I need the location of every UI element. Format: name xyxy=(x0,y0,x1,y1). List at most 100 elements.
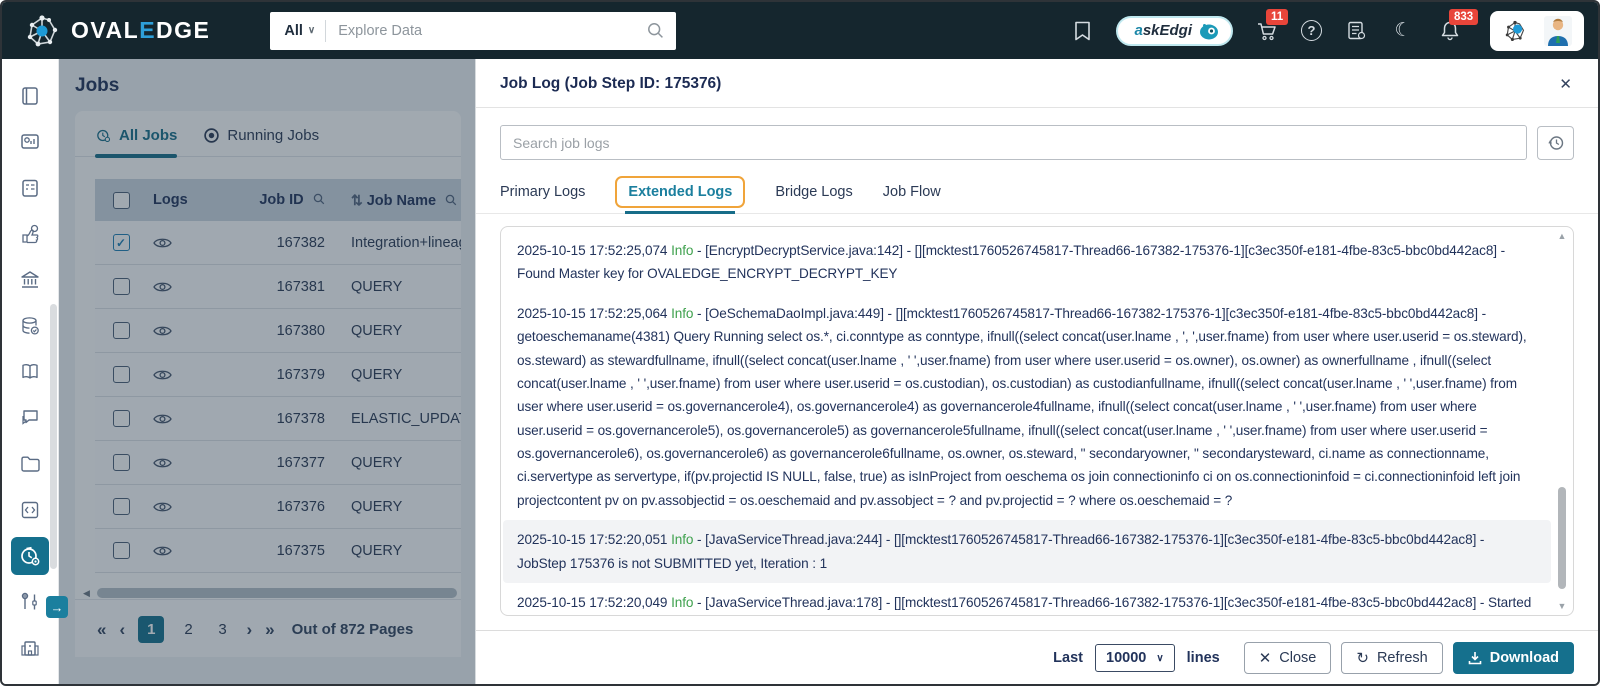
jobs-page: Jobs All Jobs Running Jobs Logs Job ID ⇅ J… xyxy=(59,59,475,684)
notifications-bell-icon[interactable]: 833 xyxy=(1437,8,1479,44)
job-name-cell: QUERY xyxy=(351,278,403,295)
row-checkbox[interactable] xyxy=(112,410,130,427)
tab-job-flow[interactable]: Job Flow xyxy=(883,170,941,213)
dark-mode-icon[interactable]: ☾ xyxy=(1390,18,1416,44)
search-scope-dropdown[interactable]: All ∨ xyxy=(270,23,325,39)
last-page-button[interactable]: » xyxy=(265,620,275,640)
sidebar-item-data-quality[interactable] xyxy=(11,215,49,253)
job-name-cell: ELASTIC_UPDATE_ xyxy=(351,410,461,427)
tab-label: All Jobs xyxy=(119,127,178,144)
view-log-eye-icon[interactable] xyxy=(147,280,209,294)
view-log-eye-icon[interactable] xyxy=(147,500,209,514)
table-row[interactable]: 167375 QUERY xyxy=(95,529,461,573)
horizontal-scrollbar[interactable]: ◀ xyxy=(83,587,461,599)
refresh-button[interactable]: ↻ Refresh xyxy=(1341,642,1443,674)
close-button[interactable]: ✕ Close xyxy=(1243,642,1332,674)
table-row[interactable]: 167376 QUERY xyxy=(95,485,461,529)
table-row[interactable]: 167380 QUERY xyxy=(95,309,461,353)
row-checkbox[interactable] xyxy=(112,454,130,471)
search-history-button[interactable] xyxy=(1537,125,1574,160)
table-row[interactable]: 167381 QUERY xyxy=(95,265,461,309)
table-row[interactable]: 167379 QUERY xyxy=(95,353,461,397)
page-number-3[interactable]: 3 xyxy=(212,621,232,638)
sidebar-item-collaboration[interactable] xyxy=(11,399,49,437)
view-log-eye-icon[interactable] xyxy=(147,456,209,470)
view-log-eye-icon[interactable] xyxy=(147,412,209,426)
view-log-eye-icon[interactable] xyxy=(147,324,209,338)
sidebar-scrollbar[interactable] xyxy=(50,304,57,569)
tab-running-jobs[interactable]: Running Jobs xyxy=(203,127,319,156)
sidebar-item-query-sheet[interactable] xyxy=(11,491,49,529)
prev-page-button[interactable]: ‹ xyxy=(119,620,125,640)
row-checkbox[interactable] xyxy=(112,366,130,383)
tab-label: Primary Logs xyxy=(500,184,586,200)
table-row[interactable]: 167377 QUERY xyxy=(95,441,461,485)
refresh-icon: ↻ xyxy=(1356,649,1369,667)
next-page-button[interactable]: › xyxy=(246,620,252,640)
history-clock-icon xyxy=(1547,135,1563,150)
search-job-logs-input[interactable] xyxy=(500,125,1527,160)
cart-icon[interactable]: 11 xyxy=(1254,8,1289,44)
scroll-left-arrow-icon[interactable]: ◀ xyxy=(83,588,90,599)
help-icon[interactable]: ? xyxy=(1301,20,1322,41)
release-notes-icon[interactable] xyxy=(1343,18,1369,44)
ovaledge-logo[interactable]: OVALEDGE xyxy=(22,11,210,51)
sidebar-item-files[interactable] xyxy=(11,445,49,483)
sidebar-item-data-catalog[interactable] xyxy=(11,307,49,345)
search-icon[interactable] xyxy=(442,194,457,208)
sidebar-item-tools[interactable] xyxy=(11,583,49,621)
tab-all-jobs[interactable]: All Jobs xyxy=(95,127,178,158)
log-tabs: Primary Logs Extended Logs Bridge Logs Job … xyxy=(476,166,1598,214)
logs-column-header: Logs xyxy=(153,192,188,208)
page-number-2[interactable]: 2 xyxy=(178,621,198,638)
scroll-down-arrow-icon[interactable]: ▼ xyxy=(1558,601,1567,611)
chevron-down-icon: ∨ xyxy=(307,25,316,36)
sidebar-item-tasks[interactable] xyxy=(11,169,49,207)
view-log-eye-icon[interactable] xyxy=(147,368,209,382)
row-checkbox[interactable]: ✓ xyxy=(112,234,130,251)
askedgi-button[interactable]: askEdgi xyxy=(1116,15,1233,46)
view-log-eye-icon[interactable] xyxy=(147,236,209,250)
sidebar-item-reports[interactable] xyxy=(11,123,49,161)
sidebar-item-jobs[interactable] xyxy=(11,537,49,575)
sidebar-item-governance[interactable] xyxy=(11,261,49,299)
row-checkbox[interactable] xyxy=(112,278,130,295)
vertical-scrollbar-thumb[interactable] xyxy=(1558,487,1566,589)
sidebar-item-administration[interactable] xyxy=(11,629,49,667)
view-log-eye-icon[interactable] xyxy=(147,544,209,558)
log-output-container[interactable]: 2025-10-15 17:52:25,074 Info - [EncryptD… xyxy=(500,226,1574,616)
search-icon[interactable] xyxy=(310,193,325,207)
askedgi-label: askEdgi xyxy=(1134,22,1192,39)
horizontal-scrollbar-thumb[interactable] xyxy=(97,588,457,598)
vertical-scrollbar[interactable]: ▲ ▼ xyxy=(1555,231,1569,611)
close-icon[interactable]: ✕ xyxy=(1559,75,1572,93)
tab-extended-logs[interactable]: Extended Logs xyxy=(615,170,746,214)
bookmark-icon[interactable] xyxy=(1069,18,1095,44)
scroll-up-arrow-icon[interactable]: ▲ xyxy=(1558,231,1567,241)
user-account-pill[interactable] xyxy=(1490,10,1584,51)
sidebar-item-notebook[interactable] xyxy=(11,77,49,115)
job-id-cell: 167382 xyxy=(276,234,325,251)
sidebar-item-business-glossary[interactable] xyxy=(11,353,49,391)
tab-bridge-logs[interactable]: Bridge Logs xyxy=(775,170,852,213)
sidebar-expand-button[interactable]: → xyxy=(46,596,68,618)
page-number-1[interactable]: 1 xyxy=(138,616,165,643)
row-checkbox[interactable] xyxy=(112,542,130,559)
explore-data-search-input[interactable] xyxy=(326,22,648,39)
row-checkbox[interactable] xyxy=(112,498,130,515)
select-all-checkbox[interactable] xyxy=(112,191,130,209)
job-name-cell: QUERY xyxy=(351,366,403,383)
user-avatar xyxy=(1544,15,1572,46)
job-id-cell: 167377 xyxy=(276,454,325,471)
sort-icon[interactable]: ⇅ xyxy=(351,192,363,208)
lines-count-dropdown[interactable]: 10000 ∨ xyxy=(1095,644,1175,672)
job-name-column-header[interactable]: ⇅ Job Name xyxy=(339,192,461,209)
lines-label: lines xyxy=(1186,650,1220,666)
job-id-column-header[interactable]: Job ID xyxy=(209,192,339,208)
row-checkbox[interactable] xyxy=(112,322,130,339)
download-button[interactable]: Download xyxy=(1452,642,1574,674)
table-row[interactable]: ✓ 167382 Integration+lineage xyxy=(95,221,461,265)
first-page-button[interactable]: « xyxy=(97,620,107,640)
table-row[interactable]: 167378 ELASTIC_UPDATE_ xyxy=(95,397,461,441)
tab-primary-logs[interactable]: Primary Logs xyxy=(500,170,585,213)
